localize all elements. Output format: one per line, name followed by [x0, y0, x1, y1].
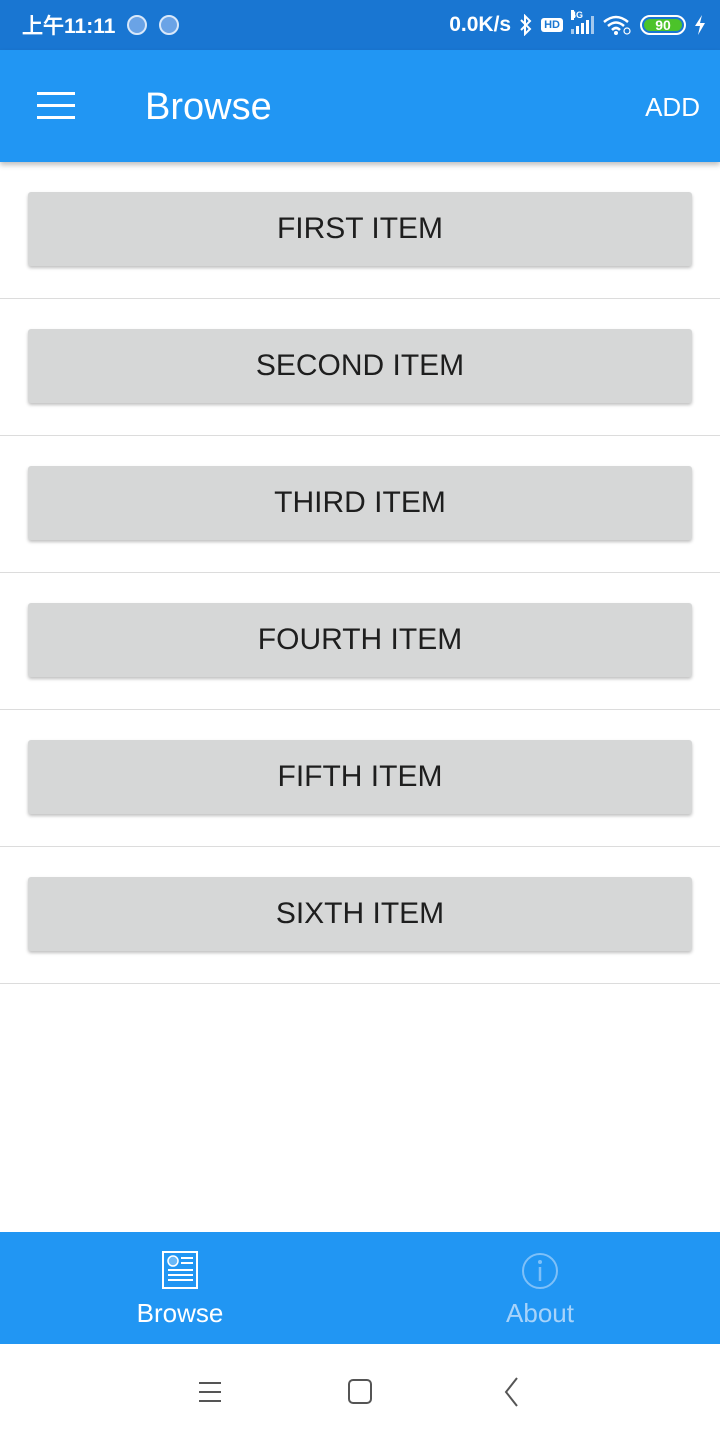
list-item: FOURTH ITEM: [0, 573, 720, 710]
list-item: FIRST ITEM: [0, 162, 720, 299]
list-item: FIFTH ITEM: [0, 710, 720, 847]
hd-icon: HD: [541, 18, 563, 32]
app-bar: Browse ADD: [0, 50, 720, 162]
item-button[interactable]: FIRST ITEM: [28, 192, 692, 266]
battery-icon: 90: [640, 15, 686, 35]
wifi-icon: [603, 15, 631, 35]
signal-icon: 4G: [571, 10, 594, 34]
system-nav-bar: [0, 1344, 720, 1440]
net-speed: 0.0K/s: [449, 13, 512, 36]
add-button[interactable]: ADD: [645, 92, 700, 123]
battery-level: 90: [644, 17, 682, 33]
tab-label: About: [506, 1298, 574, 1328]
list-item: SECOND ITEM: [0, 299, 720, 436]
bluetooth-icon: [520, 14, 532, 36]
info-icon: [522, 1253, 558, 1289]
loading-icon: [159, 15, 180, 35]
tab-about[interactable]: About: [360, 1232, 720, 1344]
item-button[interactable]: FIFTH ITEM: [28, 740, 692, 814]
list-item: SIXTH ITEM: [0, 847, 720, 984]
status-time: 上午11:11: [22, 15, 116, 38]
item-button[interactable]: THIRD ITEM: [28, 466, 692, 540]
charging-icon: [695, 15, 705, 35]
network-type: 4G: [571, 10, 584, 20]
status-right: 0.0K/s HD 4G 90: [449, 0, 706, 50]
bottom-nav: Browse About: [0, 1232, 720, 1344]
hamburger-menu-icon[interactable]: [37, 92, 75, 120]
item-button[interactable]: SECOND ITEM: [28, 329, 692, 403]
newspaper-icon: [162, 1251, 198, 1289]
recent-apps-icon[interactable]: [190, 1374, 230, 1410]
home-icon[interactable]: [340, 1374, 380, 1410]
tab-label: Browse: [136, 1298, 224, 1328]
item-button[interactable]: SIXTH ITEM: [28, 877, 692, 951]
loading-icon: [127, 15, 148, 35]
page-title: Browse: [145, 86, 272, 128]
list-item: THIRD ITEM: [0, 436, 720, 573]
tab-browse[interactable]: Browse: [0, 1232, 360, 1344]
item-button[interactable]: FOURTH ITEM: [28, 603, 692, 677]
item-list: FIRST ITEM SECOND ITEM THIRD ITEM FOURTH…: [0, 162, 720, 984]
back-icon[interactable]: [492, 1374, 532, 1410]
status-bar: 上午11:11 0.0K/s HD 4G 90: [0, 0, 720, 50]
status-left: 上午11:11: [22, 0, 180, 50]
